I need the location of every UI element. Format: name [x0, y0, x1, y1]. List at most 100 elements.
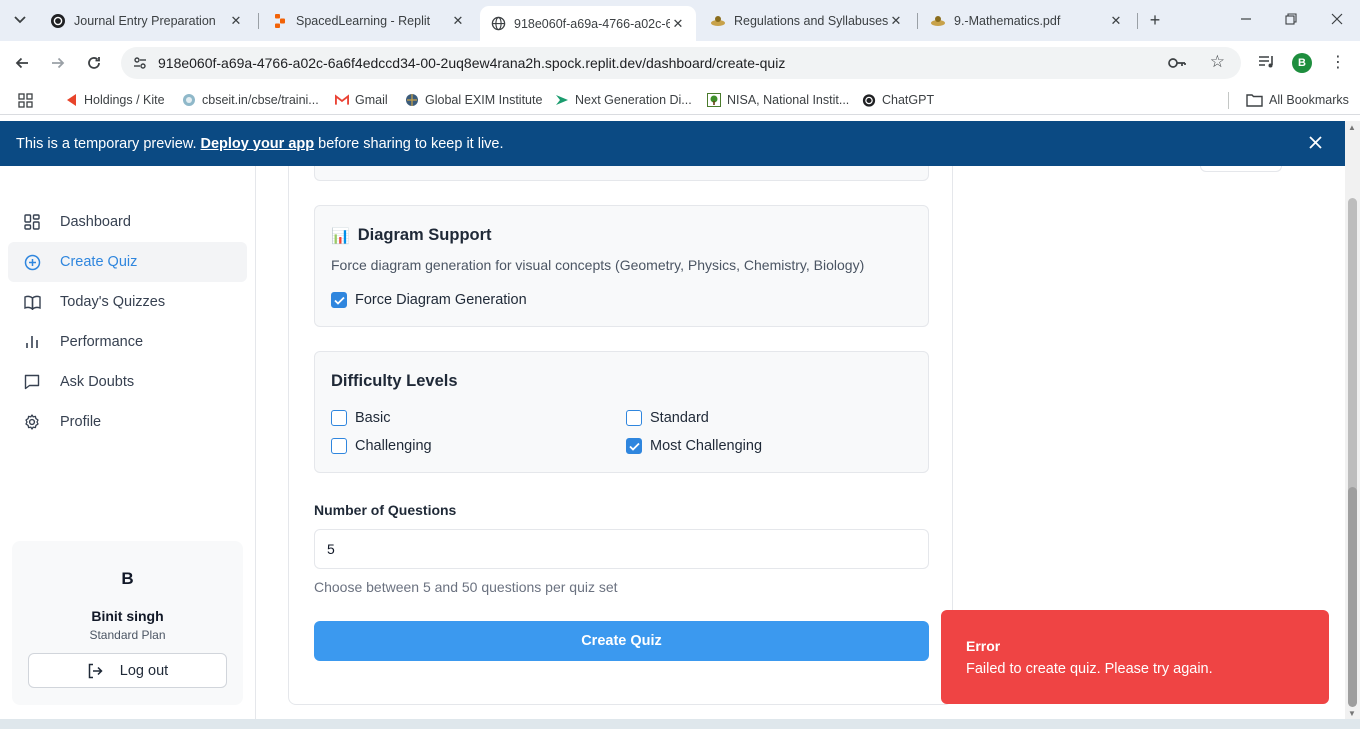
- checkbox-checked-icon[interactable]: [331, 292, 347, 308]
- tab-close-icon[interactable]: ✕: [888, 13, 904, 29]
- folder-icon: [1245, 93, 1263, 107]
- header-edge: [1200, 166, 1282, 172]
- sidebar-item-performance[interactable]: Performance: [8, 322, 247, 362]
- tab-title: Journal Entry Preparation: [74, 13, 216, 28]
- bookmark-item[interactable]: Gmail: [335, 92, 388, 108]
- tab-search-chevron-icon[interactable]: [10, 10, 30, 30]
- university-icon: [930, 13, 946, 29]
- media-controls-icon[interactable]: [1258, 54, 1276, 73]
- tab-close-icon[interactable]: ✕: [670, 16, 686, 32]
- bookmarks-bar: Holdings / Kite cbseit.in/cbse/traini...…: [0, 85, 1360, 115]
- browser-tab[interactable]: Journal Entry Preparation ✕: [40, 6, 254, 35]
- banner-text-suffix: before sharing to keep it live.: [318, 135, 504, 152]
- user-card: B Binit singh Standard Plan Log out: [12, 541, 243, 705]
- banner-close-icon[interactable]: [1309, 134, 1322, 152]
- bookmark-item[interactable]: NISA, National Instit...: [707, 92, 849, 108]
- checkbox-unchecked-icon[interactable]: [331, 410, 347, 426]
- sidebar-item-create-quiz[interactable]: Create Quiz: [8, 242, 247, 282]
- scroll-down-arrow-icon[interactable]: ▼: [1348, 709, 1356, 718]
- browser-tab-strip: Journal Entry Preparation ✕ SpacedLearni…: [0, 0, 1360, 41]
- force-diagram-checkbox[interactable]: Force Diagram Generation: [331, 292, 527, 308]
- tab-close-icon[interactable]: ✕: [1108, 13, 1124, 29]
- bookmark-item[interactable]: ChatGPT: [862, 92, 934, 108]
- plus-circle-icon: [23, 253, 41, 271]
- restore-icon[interactable]: [1281, 10, 1301, 30]
- scroll-up-arrow-icon[interactable]: ▲: [1348, 123, 1356, 132]
- difficulty-standard-checkbox[interactable]: Standard: [626, 410, 709, 426]
- forward-arrow-icon[interactable]: [48, 53, 68, 73]
- cbse-icon: [182, 93, 196, 107]
- logout-button[interactable]: Log out: [28, 653, 227, 688]
- minimize-icon[interactable]: [1236, 10, 1256, 30]
- user-plan: Standard Plan: [89, 628, 166, 642]
- address-bar[interactable]: 918e060f-a69a-4766-a02c-6a6f4edccd34-00-…: [121, 47, 1241, 79]
- difficulty-most-challenging-checkbox[interactable]: Most Challenging: [626, 438, 762, 454]
- kite-icon: [64, 93, 78, 107]
- password-key-icon[interactable]: [1167, 54, 1187, 75]
- diagram-support-title: 📊 Diagram Support: [331, 226, 492, 245]
- profile-avatar[interactable]: B: [1292, 53, 1312, 73]
- deploy-app-link[interactable]: Deploy your app: [201, 136, 315, 152]
- all-bookmarks-button[interactable]: All Bookmarks: [1245, 92, 1349, 108]
- tab-title: 9.-Mathematics.pdf: [954, 13, 1061, 28]
- sidebar-item-todays-quizzes[interactable]: Today's Quizzes: [8, 282, 247, 322]
- window-close-icon[interactable]: [1327, 10, 1347, 30]
- sidebar-item-dashboard[interactable]: Dashboard: [8, 202, 247, 242]
- message-icon: [23, 373, 41, 391]
- create-quiz-button[interactable]: Create Quiz: [314, 621, 929, 661]
- logout-icon: [87, 663, 103, 679]
- checkbox-unchecked-icon[interactable]: [626, 410, 642, 426]
- tab-close-icon[interactable]: ✕: [450, 13, 466, 29]
- browser-menu-icon[interactable]: ⋮: [1330, 53, 1346, 73]
- back-arrow-icon[interactable]: [12, 53, 32, 73]
- number-of-questions-input[interactable]: [314, 529, 929, 569]
- checkbox-checked-icon[interactable]: [626, 438, 642, 454]
- book-icon: [23, 293, 41, 311]
- bookmark-item[interactable]: Next Generation Di...: [555, 92, 692, 108]
- scrollbar-thumb[interactable]: [1348, 487, 1357, 707]
- error-toast[interactable]: Error Failed to create quiz. Please try …: [941, 610, 1329, 704]
- openai-icon: [50, 13, 66, 29]
- temporary-preview-banner: This is a temporary preview. Deploy your…: [0, 121, 1345, 166]
- bookmark-star-icon[interactable]: ☆: [1210, 53, 1225, 71]
- apps-grid-icon[interactable]: [18, 93, 33, 111]
- bookmark-item[interactable]: Global EXIM Institute: [405, 92, 542, 108]
- browser-tab[interactable]: SpacedLearning - Replit ✕: [262, 6, 476, 35]
- browser-tab[interactable]: Regulations and Syllabuses - ✕: [700, 6, 914, 35]
- sidebar-item-label: Create Quiz: [60, 254, 138, 270]
- difficulty-challenging-checkbox[interactable]: Challenging: [331, 438, 432, 454]
- difficulty-levels-title: Difficulty Levels: [331, 372, 458, 390]
- create-quiz-form: 📊 Diagram Support Force diagram generati…: [288, 166, 953, 705]
- arrow-icon: [555, 93, 569, 107]
- page-scrollbar[interactable]: ▲ ▼: [1345, 121, 1360, 719]
- browser-tab-active[interactable]: 918e060f-a69a-4766-a02c-6 ✕: [480, 6, 696, 41]
- bookmark-item[interactable]: Holdings / Kite: [64, 92, 165, 108]
- tab-separator: [1137, 13, 1138, 29]
- sidebar-item-profile[interactable]: Profile: [8, 402, 247, 442]
- tab-title: SpacedLearning - Replit: [296, 13, 431, 28]
- sidebar-item-ask-doubts[interactable]: Ask Doubts: [8, 362, 247, 402]
- site-info-icon[interactable]: [131, 55, 149, 71]
- previous-section: [314, 166, 929, 181]
- tab-close-icon[interactable]: ✕: [228, 13, 244, 29]
- university-icon: [710, 13, 726, 29]
- checkbox-unchecked-icon[interactable]: [331, 438, 347, 454]
- difficulty-levels-section: Difficulty Levels Basic Standard Challen…: [314, 351, 929, 473]
- window-bottom-edge: [0, 719, 1360, 729]
- tab-separator: [258, 13, 259, 29]
- browser-tab[interactable]: 9.-Mathematics.pdf ✕: [920, 6, 1134, 35]
- number-of-questions-help: Choose between 5 and 50 questions per qu…: [314, 579, 618, 595]
- new-tab-plus-icon[interactable]: +: [1146, 10, 1164, 30]
- sidebar-item-label: Profile: [60, 414, 102, 430]
- bookmark-item[interactable]: cbseit.in/cbse/traini...: [182, 92, 319, 108]
- difficulty-basic-checkbox[interactable]: Basic: [331, 410, 390, 426]
- browser-toolbar: 918e060f-a69a-4766-a02c-6a6f4edccd34-00-…: [0, 41, 1360, 85]
- diagram-support-description: Force diagram generation for visual conc…: [331, 257, 865, 273]
- avatar: B: [121, 569, 134, 588]
- openai-icon: [862, 93, 876, 107]
- bar-chart-emoji-icon: 📊: [331, 227, 350, 245]
- reload-icon[interactable]: [84, 53, 104, 73]
- tree-icon: [707, 93, 721, 107]
- toast-message: Failed to create quiz. Please try again.: [966, 661, 1213, 677]
- number-of-questions-label: Number of Questions: [314, 502, 457, 518]
